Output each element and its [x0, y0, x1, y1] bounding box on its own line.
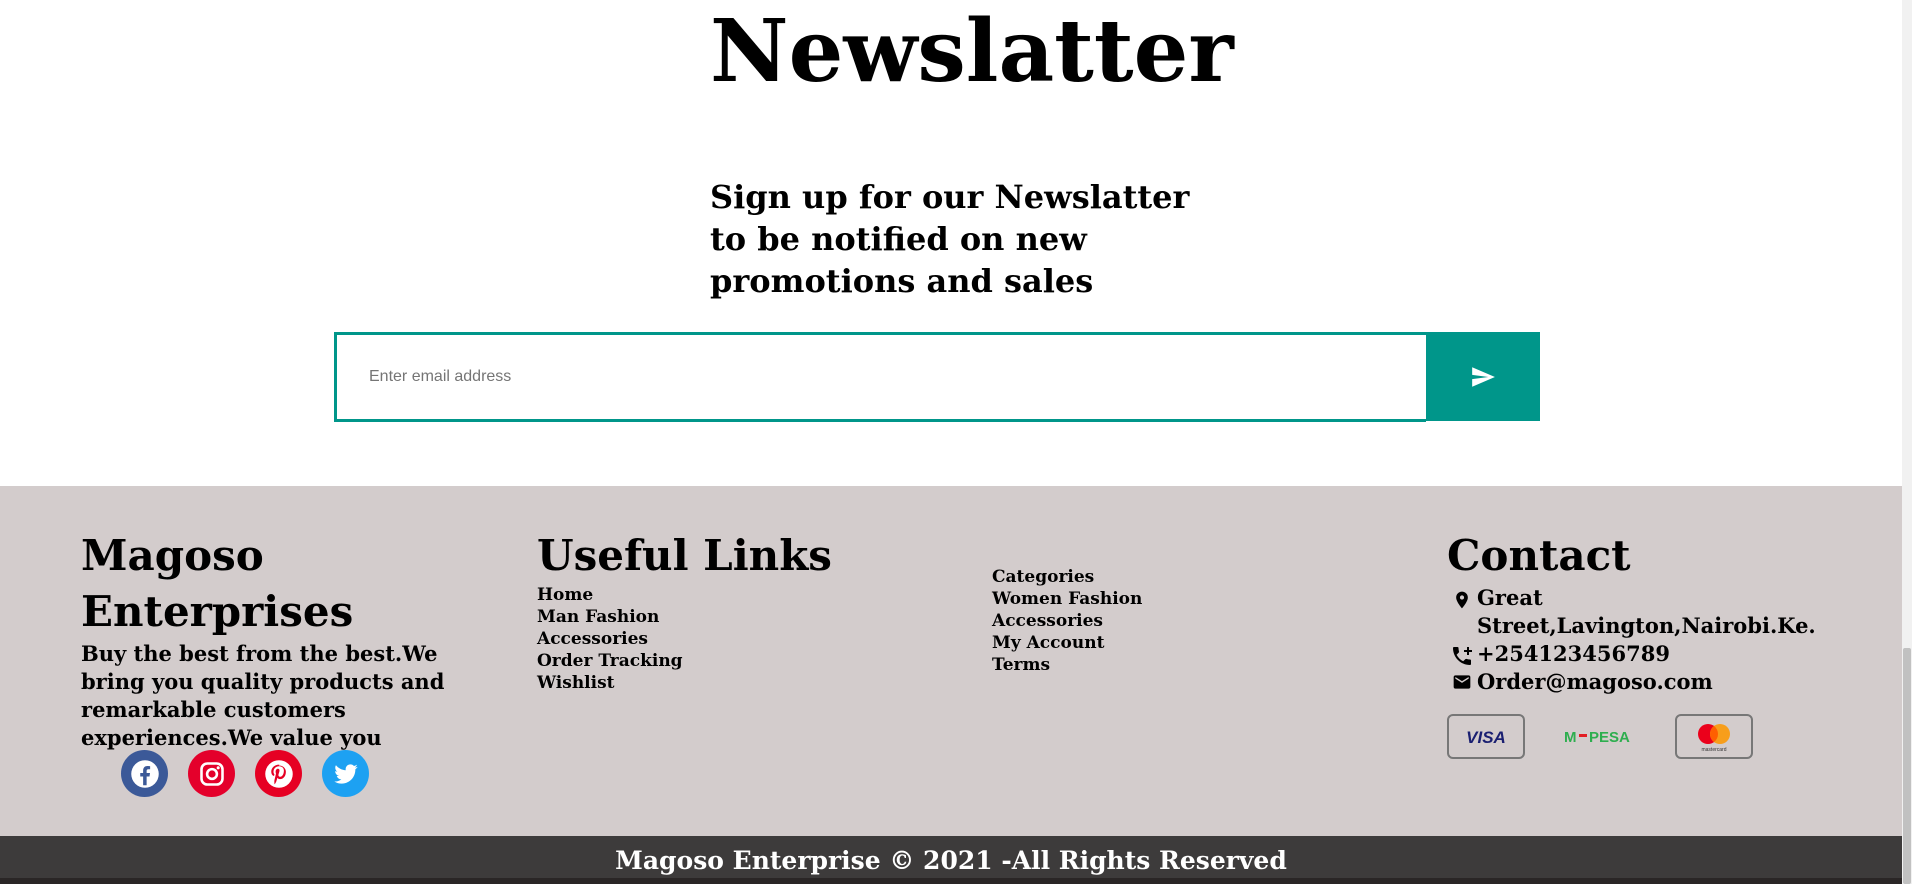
twitter-icon [333, 763, 358, 784]
contact-email: Order@magoso.com [1447, 668, 1867, 696]
phone-add-icon [1453, 647, 1472, 665]
location-pin-icon [1456, 591, 1468, 609]
contact-phone-text: +254123456789 [1477, 641, 1670, 666]
mail-icon [1453, 675, 1471, 689]
copyright-text: Magoso Enterprise © 2021 -All Rights Res… [615, 845, 1287, 875]
twitter-link[interactable] [322, 750, 369, 797]
contact-email-text: Order@magoso.com [1477, 669, 1713, 694]
newsletter-title: Newslatter [710, 1, 1234, 102]
link-accessories-2[interactable]: Accessories [992, 610, 1292, 632]
email-field-wrapper [334, 332, 1426, 422]
brand-description: Buy the best from the best.We bring you … [81, 641, 445, 750]
instagram-icon [199, 761, 224, 786]
link-categories[interactable]: Categories [992, 566, 1292, 588]
useful-links-column: Useful Links Home Man Fashion Accessorie… [537, 528, 897, 694]
contact-address-text: Great Street,Lavington,Nairobi.Ke. [1477, 585, 1816, 638]
useful-links-title: Useful Links [537, 531, 832, 580]
footer: Magoso Enterprises Buy the best from the… [0, 486, 1902, 836]
link-women-fashion[interactable]: Women Fashion [992, 588, 1292, 610]
page-scrollbar[interactable] [1902, 0, 1912, 884]
facebook-link[interactable] [121, 750, 168, 797]
link-man-fashion[interactable]: Man Fashion [537, 606, 897, 628]
bottom-bar: Magoso Enterprise © 2021 -All Rights Res… [0, 836, 1902, 884]
link-wishlist[interactable]: Wishlist [537, 672, 897, 694]
facebook-icon [130, 759, 159, 788]
contact-address: Great Street,Lavington,Nairobi.Ke. [1447, 584, 1867, 640]
scrollbar-thumb[interactable] [1903, 648, 1911, 884]
bottom-strip [0, 878, 1902, 884]
svg-text:mastercard: mastercard [1701, 747, 1726, 753]
contact-column: Contact Great Street,Lavington,Nairobi.K… [1447, 528, 1867, 759]
link-my-account[interactable]: My Account [992, 632, 1292, 654]
pinterest-link[interactable] [255, 750, 302, 797]
send-button[interactable] [1426, 332, 1540, 421]
link-home[interactable]: Home [537, 584, 897, 606]
visa-logo: VISA [1447, 714, 1525, 759]
more-links-column: Categories Women Fashion Accessories My … [992, 566, 1292, 676]
link-terms[interactable]: Terms [992, 654, 1292, 676]
payment-methods: VISA M PESA mastercard [1447, 714, 1867, 759]
pinterest-icon [264, 759, 293, 788]
email-input[interactable] [337, 335, 1426, 419]
mastercard-logo: mastercard [1675, 714, 1753, 759]
send-icon [1472, 366, 1495, 387]
brand-name: Magoso Enterprises [81, 531, 354, 636]
newsletter-section: Newslatter Sign up for our Newslatter to… [0, 0, 1902, 486]
newsletter-subtitle: Sign up for our Newslatter to be notifie… [710, 178, 1190, 300]
social-links [121, 750, 369, 797]
footer-brand-column: Magoso Enterprises Buy the best from the… [81, 528, 471, 752]
contact-phone: +254123456789 [1447, 640, 1867, 668]
link-order-tracking[interactable]: Order Tracking [537, 650, 897, 672]
svg-text:M: M [1564, 729, 1577, 746]
svg-text:VISA: VISA [1466, 728, 1506, 747]
svg-text:PESA: PESA [1589, 729, 1630, 746]
useful-links-list: Home Man Fashion Accessories Order Track… [537, 584, 897, 694]
contact-title: Contact [1447, 531, 1631, 580]
instagram-link[interactable] [188, 750, 235, 797]
link-accessories[interactable]: Accessories [537, 628, 897, 650]
mpesa-logo: M PESA [1561, 714, 1639, 759]
more-links-list: Categories Women Fashion Accessories My … [992, 566, 1292, 676]
